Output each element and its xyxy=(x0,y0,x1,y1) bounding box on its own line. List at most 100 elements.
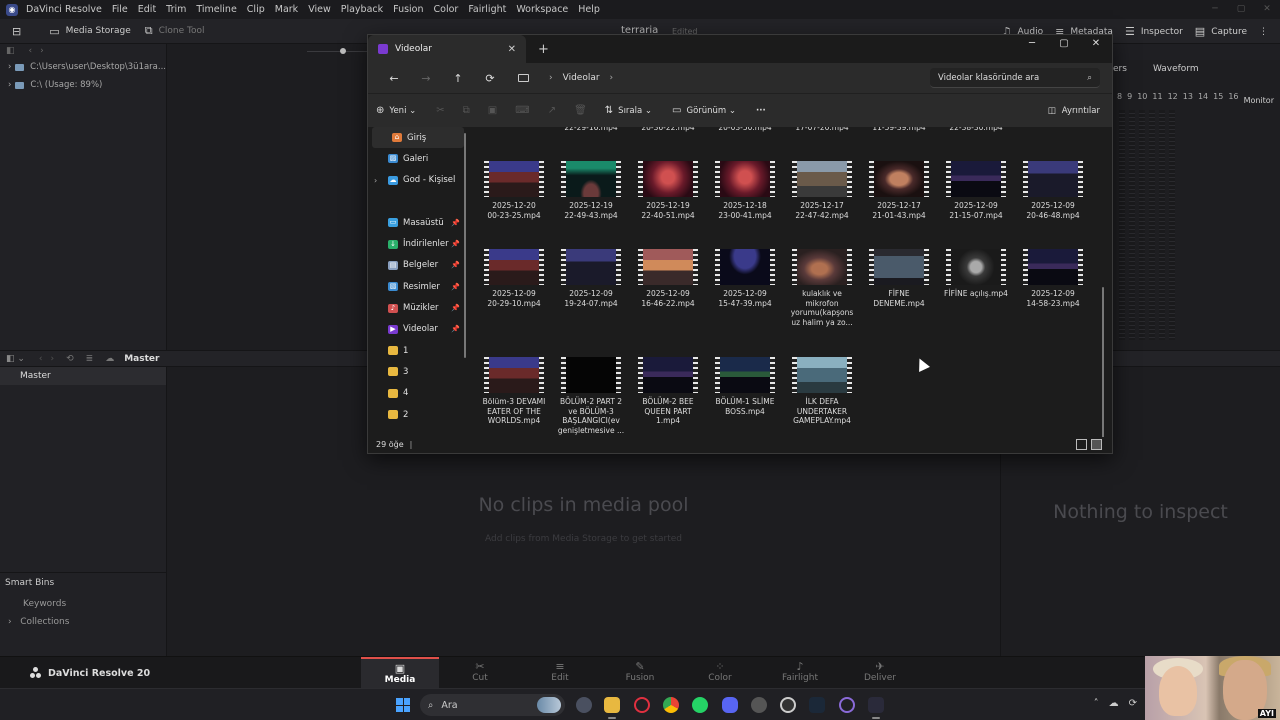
nav-item-müzikler[interactable]: ♪ Müzikler 📌 xyxy=(368,297,468,318)
close-icon[interactable]: ✕ xyxy=(1254,0,1280,19)
video-file-tile[interactable]: 2025-12-09 16-46-22.mp4 xyxy=(630,249,706,308)
app-icon[interactable] xyxy=(839,697,855,713)
up-arrow-icon[interactable]: ↑ xyxy=(442,72,474,85)
pool-back-icon[interactable]: ‹ xyxy=(39,354,43,364)
nav-item-1[interactable]: 1 xyxy=(368,340,468,361)
video-file-tile[interactable]: 2025-12-09 21-15-07.mp4 xyxy=(938,161,1014,220)
video-file-tile[interactable]: FİFİNE açılış.mp4 xyxy=(938,249,1014,299)
menu-item-help[interactable]: Help xyxy=(578,4,600,15)
settings-app-icon[interactable] xyxy=(576,697,592,713)
file-tile-partial[interactable]: 20-36-22.mp4 xyxy=(630,127,706,133)
expand-icon[interactable]: › xyxy=(374,176,377,185)
new-button[interactable]: ⊕ Yeni ⌄ xyxy=(376,105,416,116)
details-view-icon[interactable] xyxy=(1076,438,1087,450)
nav-item-resimler[interactable]: ▧ Resimler 📌 xyxy=(368,276,468,297)
menu-item-fusion[interactable]: Fusion xyxy=(393,4,423,15)
paste-icon[interactable]: ▣ xyxy=(488,105,497,116)
address-bar[interactable]: › Videolar › xyxy=(514,67,934,89)
menu-item-fairlight[interactable]: Fairlight xyxy=(468,4,506,15)
page-tab-cut[interactable]: ✂ Cut xyxy=(441,657,519,689)
page-tab-color[interactable]: ⁘ Color xyxy=(681,657,759,689)
menu-item-timeline[interactable]: Timeline xyxy=(196,4,236,15)
large-icons-view-icon[interactable] xyxy=(1091,438,1102,450)
more-commands-button[interactable]: ··· xyxy=(756,106,766,116)
nav-item-i̇ndirilenler[interactable]: ↓ İndirilenler 📌 xyxy=(368,233,468,254)
inspector-button[interactable]: ☰ Inspector xyxy=(1125,25,1183,38)
video-file-tile[interactable]: 2025-12-09 14-58-23.mp4 xyxy=(1015,249,1091,308)
video-file-tile[interactable]: 2025-12-09 20-46-48.mp4 xyxy=(1015,161,1091,220)
video-file-tile[interactable]: BÖLÜM-1 SLİME BOSS.mp4 xyxy=(707,357,783,416)
capture-button[interactable]: ▤ Capture xyxy=(1195,25,1247,38)
nav-item-galeri[interactable]: ▨ Galeri xyxy=(368,148,468,169)
bin-master[interactable]: Master xyxy=(0,367,166,385)
file-tile-partial[interactable]: 22-29-16.mp4 xyxy=(553,127,629,133)
new-tab-icon[interactable]: + xyxy=(538,42,549,57)
steam-app-icon[interactable] xyxy=(809,697,825,713)
page-tab-fairlight[interactable]: ♪ Fairlight xyxy=(761,657,839,689)
sort-button[interactable]: ⇅ Sırala ⌄ xyxy=(605,105,652,116)
video-file-tile[interactable]: İLK DEFA UNDERTAKER GAMEPLAY.mp4 xyxy=(784,357,860,426)
cloud-icon[interactable]: ☁ xyxy=(105,354,114,364)
expand-icon[interactable]: › xyxy=(8,80,11,90)
clone-tool-button[interactable]: ⧉ Clone Tool xyxy=(145,24,205,38)
video-file-tile[interactable]: 2025-12-17 21-01-43.mp4 xyxy=(861,161,937,220)
nav-item-videolar[interactable]: ▶ Videolar 📌 xyxy=(368,319,468,340)
menu-item-color[interactable]: Color xyxy=(434,4,459,15)
nav-item-belgeler[interactable]: ▤ Belgeler 📌 xyxy=(368,255,468,276)
expand-icon[interactable]: › xyxy=(8,62,11,72)
davinci-resolve-app-icon[interactable] xyxy=(868,697,884,719)
back-arrow-icon[interactable]: ← xyxy=(378,72,410,85)
close-icon[interactable]: ✕ xyxy=(1080,35,1112,53)
app-icon[interactable] xyxy=(780,697,796,713)
pool-forward-icon[interactable]: › xyxy=(51,354,55,364)
menu-item-view[interactable]: View xyxy=(308,4,331,15)
delete-icon[interactable]: 🗑 xyxy=(574,105,587,116)
file-explorer-app-icon[interactable] xyxy=(604,697,620,719)
grid-scrollbar[interactable] xyxy=(1102,287,1104,437)
nav-item-2[interactable]: 2 xyxy=(368,404,468,425)
file-tile-partial[interactable]: 17-07-20.mp4 xyxy=(784,127,860,133)
more-options-icon[interactable]: ⋮ xyxy=(1259,27,1268,37)
opera-app-icon[interactable] xyxy=(634,697,650,713)
waveform-tab[interactable]: Waveform xyxy=(1153,64,1199,74)
menu-item-playback[interactable]: Playback xyxy=(341,4,383,15)
maximize-icon[interactable]: ▢ xyxy=(1228,0,1254,19)
bin-list-toggle-icon[interactable]: ◧ ⌄ xyxy=(6,354,25,364)
menu-item-trim[interactable]: Trim xyxy=(166,4,186,15)
whatsapp-app-icon[interactable] xyxy=(692,697,708,713)
video-file-tile[interactable]: 2025-12-09 19-24-07.mp4 xyxy=(553,249,629,308)
nav-item-giriş[interactable]: ⌂ Giriş xyxy=(372,127,464,149)
discord-app-icon[interactable] xyxy=(722,697,738,713)
video-file-tile[interactable]: Bölüm-3 DEVAMI EATER OF THE WORLDS.mp4 xyxy=(476,357,552,426)
zoom-slider-handle[interactable] xyxy=(340,48,346,54)
menu-item-edit[interactable]: Edit xyxy=(138,4,156,15)
page-tab-edit[interactable]: ≡ Edit xyxy=(521,657,599,689)
video-file-tile[interactable]: 2025-12-19 22-49-43.mp4 xyxy=(553,161,629,220)
cut-icon[interactable]: ✂ xyxy=(436,105,444,116)
page-tab-deliver[interactable]: ✈ Deliver xyxy=(841,657,919,689)
minimize-icon[interactable]: ─ xyxy=(1016,35,1048,53)
sync-icon[interactable]: ⟳ xyxy=(1129,698,1137,709)
back-icon[interactable]: ‹ xyxy=(29,46,33,56)
keywords-bin[interactable]: Keywords xyxy=(23,599,66,609)
nav-item-god---kişisel[interactable]: › ☁ God - Kişisel xyxy=(368,170,468,191)
expand-icon[interactable]: › xyxy=(8,617,12,627)
forward-arrow-icon[interactable]: → xyxy=(410,72,442,85)
video-file-tile[interactable]: 2025-12-17 22-47-42.mp4 xyxy=(784,161,860,220)
panel-icon[interactable]: ◧ xyxy=(6,46,15,56)
close-tab-icon[interactable]: ✕ xyxy=(508,44,516,55)
nav-scrollbar[interactable] xyxy=(464,133,466,358)
explorer-tab[interactable]: Videolar ✕ xyxy=(368,35,526,63)
breadcrumb-videolar[interactable]: Videolar xyxy=(563,73,600,83)
chevron-right-icon[interactable]: › xyxy=(610,73,614,83)
share-icon[interactable]: ↗ xyxy=(548,105,556,116)
minimize-icon[interactable]: ─ xyxy=(1202,0,1228,19)
app-name-menu[interactable]: DaVinci Resolve xyxy=(26,4,102,15)
video-file-tile[interactable]: 2025-12-18 23-00-41.mp4 xyxy=(707,161,783,220)
collections-bin[interactable]: › Collections xyxy=(8,617,69,627)
app-icon[interactable] xyxy=(751,697,767,713)
sync-icon[interactable]: ⟲ xyxy=(66,354,74,364)
video-file-tile[interactable]: 2025-12-20 00-23-25.mp4 xyxy=(476,161,552,220)
rename-icon[interactable]: ⌨ xyxy=(515,105,529,116)
forward-icon[interactable]: › xyxy=(40,46,44,56)
